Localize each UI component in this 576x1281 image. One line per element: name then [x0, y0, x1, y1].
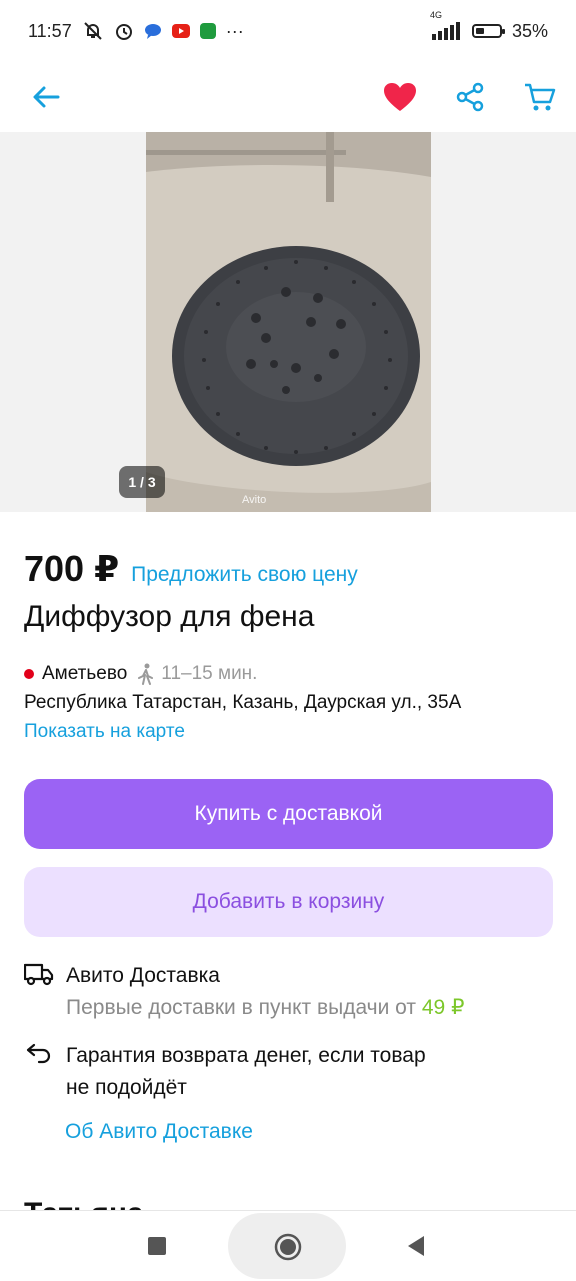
metro-row: Аметьево 11–15 мин. — [24, 663, 257, 685]
delivery-subtitle: Первые доставки в пункт выдачи от 49 ₽ — [66, 992, 464, 1024]
delivery-info: Авито Доставка Первые доставки в пункт в… — [24, 960, 464, 1024]
favorite-button[interactable] — [382, 79, 418, 115]
home-circle-icon — [274, 1233, 302, 1261]
delivery-subtitle-prefix: Первые доставки в пункт выдачи от — [66, 996, 417, 1019]
nav-actions — [382, 79, 558, 115]
product-photo[interactable] — [146, 132, 431, 512]
delivery-title: Авито Доставка — [66, 964, 220, 987]
status-bar: 11:57 ··· 4G 35% — [0, 0, 576, 62]
store-app-icon — [199, 23, 216, 39]
show-on-map-link[interactable]: Показать на карте — [24, 721, 185, 743]
diffuser-image — [146, 132, 431, 512]
price: 700 ₽ — [24, 548, 120, 589]
guarantee-info: Гарантия возврата денег, если товар не п… — [24, 1040, 426, 1104]
chat-app-icon — [144, 23, 162, 39]
about-delivery-link[interactable]: Об Авито Доставке — [65, 1120, 253, 1144]
guarantee-line-2: не подойдёт — [66, 1076, 187, 1099]
cart-icon — [525, 83, 556, 111]
recent-apps-button[interactable] — [148, 1237, 166, 1255]
signal-icon: 4G — [428, 10, 462, 40]
delivery-price: 49 ₽ — [421, 996, 465, 1019]
share-button[interactable] — [452, 79, 488, 115]
youtube-icon — [171, 24, 190, 38]
back-triangle-icon — [408, 1236, 424, 1256]
walk-time: 11–15 мин. — [161, 663, 258, 684]
system-nav-bar — [0, 1210, 576, 1281]
buy-with-delivery-button[interactable]: Купить с доставкой — [24, 779, 553, 849]
heart-icon — [384, 83, 416, 111]
back-nav-button[interactable] — [406, 1235, 426, 1257]
return-arrow-icon — [24, 1040, 54, 1104]
price-row: 700 ₽ Предложить свою цену — [24, 548, 358, 590]
offer-price-link[interactable]: Предложить свою цену — [131, 563, 358, 587]
status-right: 4G 35% — [428, 10, 548, 42]
delivery-text: Авито Доставка Первые доставки в пункт в… — [66, 960, 464, 1024]
photo-gallery[interactable]: 1 / 3 Avito — [0, 132, 576, 512]
cart-button[interactable] — [522, 79, 558, 115]
muted-bell-icon — [82, 21, 104, 41]
photo-counter: 1 / 3 — [119, 466, 165, 498]
battery-fill — [475, 28, 484, 34]
status-left: 11:57 ··· — [28, 21, 244, 42]
share-icon — [456, 82, 484, 112]
listing-title: Диффузор для фена — [24, 600, 315, 633]
walking-icon — [138, 663, 154, 685]
status-more-dots: ··· — [225, 20, 244, 41]
alarm-icon — [114, 21, 134, 41]
add-to-cart-button[interactable]: Добавить в корзину — [24, 867, 553, 937]
status-time: 11:57 — [28, 20, 72, 41]
address: Республика Татарстан, Казань, Даурская у… — [24, 692, 462, 713]
network-type: 4G — [429, 10, 442, 20]
square-icon — [148, 1237, 166, 1255]
metro-line-icon — [24, 669, 34, 679]
top-nav — [0, 62, 576, 132]
back-arrow-icon — [33, 86, 60, 108]
home-button[interactable] — [274, 1233, 302, 1261]
guarantee-line-1: Гарантия возврата денег, если товар — [66, 1044, 426, 1067]
battery-text: 35% — [511, 20, 548, 41]
avito-watermark: Avito — [242, 494, 267, 506]
truck-icon — [24, 960, 54, 1024]
battery-icon — [471, 24, 505, 38]
metro-station: Аметьево — [42, 663, 128, 684]
back-button[interactable] — [28, 79, 64, 115]
guarantee-text: Гарантия возврата денег, если товар не п… — [66, 1040, 426, 1104]
